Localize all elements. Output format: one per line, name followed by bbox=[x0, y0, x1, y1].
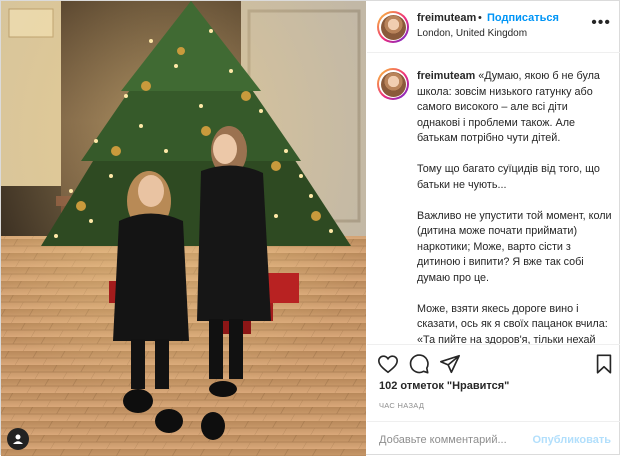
separator-dot: • bbox=[478, 12, 482, 24]
comment-icon[interactable] bbox=[408, 353, 430, 375]
header-username[interactable]: freimuteam bbox=[417, 12, 476, 24]
comment-input[interactable] bbox=[379, 431, 529, 449]
post-photo-image bbox=[1, 1, 366, 456]
post-header: freimuteam • Подписаться London, United … bbox=[367, 1, 620, 53]
caption-paragraph-3: Важливо не упустити той момент, коли (ди… bbox=[417, 209, 612, 284]
caption-paragraph-4: Може, взяти якесь дороге вино і сказати,… bbox=[417, 302, 608, 345]
action-bar bbox=[367, 344, 620, 380]
follow-button[interactable]: Подписаться bbox=[487, 12, 559, 24]
instagram-post: freimuteam • Подписаться London, United … bbox=[0, 0, 620, 456]
heart-icon[interactable] bbox=[377, 353, 399, 375]
caption-avatar[interactable] bbox=[377, 68, 409, 100]
post-photo[interactable] bbox=[1, 1, 366, 456]
more-options-icon[interactable]: ••• bbox=[591, 15, 611, 31]
tagged-user-icon[interactable] bbox=[7, 428, 29, 450]
avatar[interactable] bbox=[377, 11, 409, 43]
likes-count[interactable]: 102 отметок "Нравится" bbox=[379, 380, 509, 392]
comments-area[interactable]: freimuteam «Думаю, якою б не була школа:… bbox=[367, 54, 620, 344]
location-link[interactable]: London, United Kingdom bbox=[417, 28, 527, 39]
post-sidebar: freimuteam • Подписаться London, United … bbox=[367, 1, 620, 456]
publish-button[interactable]: Опубликовать bbox=[532, 434, 611, 446]
bookmark-icon[interactable] bbox=[593, 353, 615, 375]
caption-paragraph-1: freimuteam «Думаю, якою б не була школа:… bbox=[417, 69, 612, 147]
caption-paragraph-2: Тому що багато суїцидів від того, що бат… bbox=[417, 163, 600, 191]
post-timestamp[interactable]: ЧАС НАЗАД bbox=[379, 401, 424, 410]
caption-username[interactable]: freimuteam bbox=[417, 70, 475, 82]
share-icon[interactable] bbox=[439, 353, 461, 375]
caption: freimuteam «Думаю, якою б не була школа:… bbox=[417, 69, 612, 344]
comment-form: Опубликовать bbox=[367, 421, 620, 456]
